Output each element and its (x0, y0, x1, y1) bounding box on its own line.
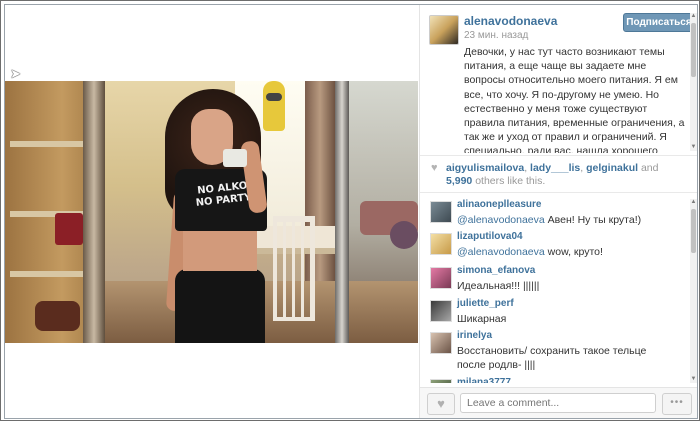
comment-text: Авен! Ну ты крута!) (544, 214, 642, 226)
comment-mention[interactable]: @alenavodonaeva (457, 214, 545, 226)
scroll-up-icon[interactable]: ▲ (690, 13, 697, 20)
post-caption: Девочки, у нас тут часто возникают темы … (464, 46, 685, 153)
comment-text: Восстановить/ сохранить такое тельце пос… (457, 345, 647, 371)
comment-footer: ♥ ••• (420, 387, 697, 418)
comment-input[interactable] (460, 393, 656, 413)
post-sidebar: alenavodonaeva 23 мин. назад Подписаться… (419, 5, 697, 418)
avatar[interactable] (430, 267, 452, 289)
like-user-1[interactable]: aigyulismailova (446, 162, 524, 174)
comment-text: wow, круто! (544, 246, 603, 258)
post-header: alenavodonaeva 23 мин. назад Подписаться… (420, 5, 697, 156)
comments-list: alinaoneplleasure @alenavodonaeva Авен! … (420, 195, 697, 383)
more-options-button[interactable]: ••• (662, 393, 692, 415)
comment-text: Шикарная (457, 313, 507, 325)
scroll-down-icon[interactable]: ▼ (690, 376, 697, 383)
like-user-2[interactable]: lady___lis (530, 162, 580, 174)
comment-username[interactable]: simona_efanova (457, 265, 535, 276)
likes-suffix: others like this. (475, 175, 546, 187)
avatar[interactable] (430, 233, 452, 255)
comment-username[interactable]: irinelya (457, 330, 492, 341)
comment-username[interactable]: alinaoneplleasure (457, 199, 541, 210)
follow-button[interactable]: Подписаться (623, 13, 695, 32)
likes-connector: and (640, 162, 659, 174)
scroll-up-icon[interactable]: ▲ (690, 199, 697, 206)
phone (223, 149, 247, 167)
ellipsis-icon: ••• (670, 397, 684, 408)
comment-mention[interactable]: @alenavodonaeva (457, 246, 545, 258)
avatar[interactable] (430, 201, 452, 223)
shoes (35, 301, 80, 331)
comments-scrollbar[interactable]: ▲ ▼ (690, 199, 697, 383)
heart-icon: ♥ (437, 396, 445, 411)
bag (55, 213, 83, 245)
likes-summary: ♥ aigyulismailova, lady___lis, gelginaku… (420, 156, 697, 193)
likes-count[interactable]: 5,990 (446, 175, 472, 187)
comment-username[interactable]: milana3777 (457, 377, 511, 383)
post-photo[interactable]: NO ALKO NO PARTY (5, 81, 418, 343)
like-button[interactable]: ♥ (427, 393, 455, 415)
photo-pane: NO ALKO NO PARTY ➤ (5, 5, 418, 418)
avatar[interactable] (429, 15, 459, 45)
caption-scrollbar[interactable]: ▲ ▼ (690, 13, 697, 151)
post-username[interactable]: alenavodonaeva (464, 14, 557, 28)
comment-username[interactable]: juliette_perf (457, 298, 514, 309)
avatar[interactable] (430, 300, 452, 322)
avatar[interactable] (430, 332, 452, 354)
like-user-3[interactable]: gelginakul (586, 162, 638, 174)
window-frame: NO ALKO NO PARTY ➤ alenavodonaeva 23 мин… (0, 0, 700, 421)
scroll-down-icon[interactable]: ▼ (690, 144, 697, 151)
minion-toy (263, 81, 285, 131)
heart-icon: ♥ (431, 162, 438, 174)
comment-text: Идеальная!!! |||||| (457, 280, 540, 292)
post-modal: NO ALKO NO PARTY ➤ alenavodonaeva 23 мин… (4, 4, 698, 419)
avatar[interactable] (430, 379, 452, 383)
post-time: 23 мин. назад (464, 30, 529, 41)
comment-username[interactable]: lizaputilova04 (457, 231, 523, 242)
cursor-icon: ➤ (10, 66, 21, 81)
